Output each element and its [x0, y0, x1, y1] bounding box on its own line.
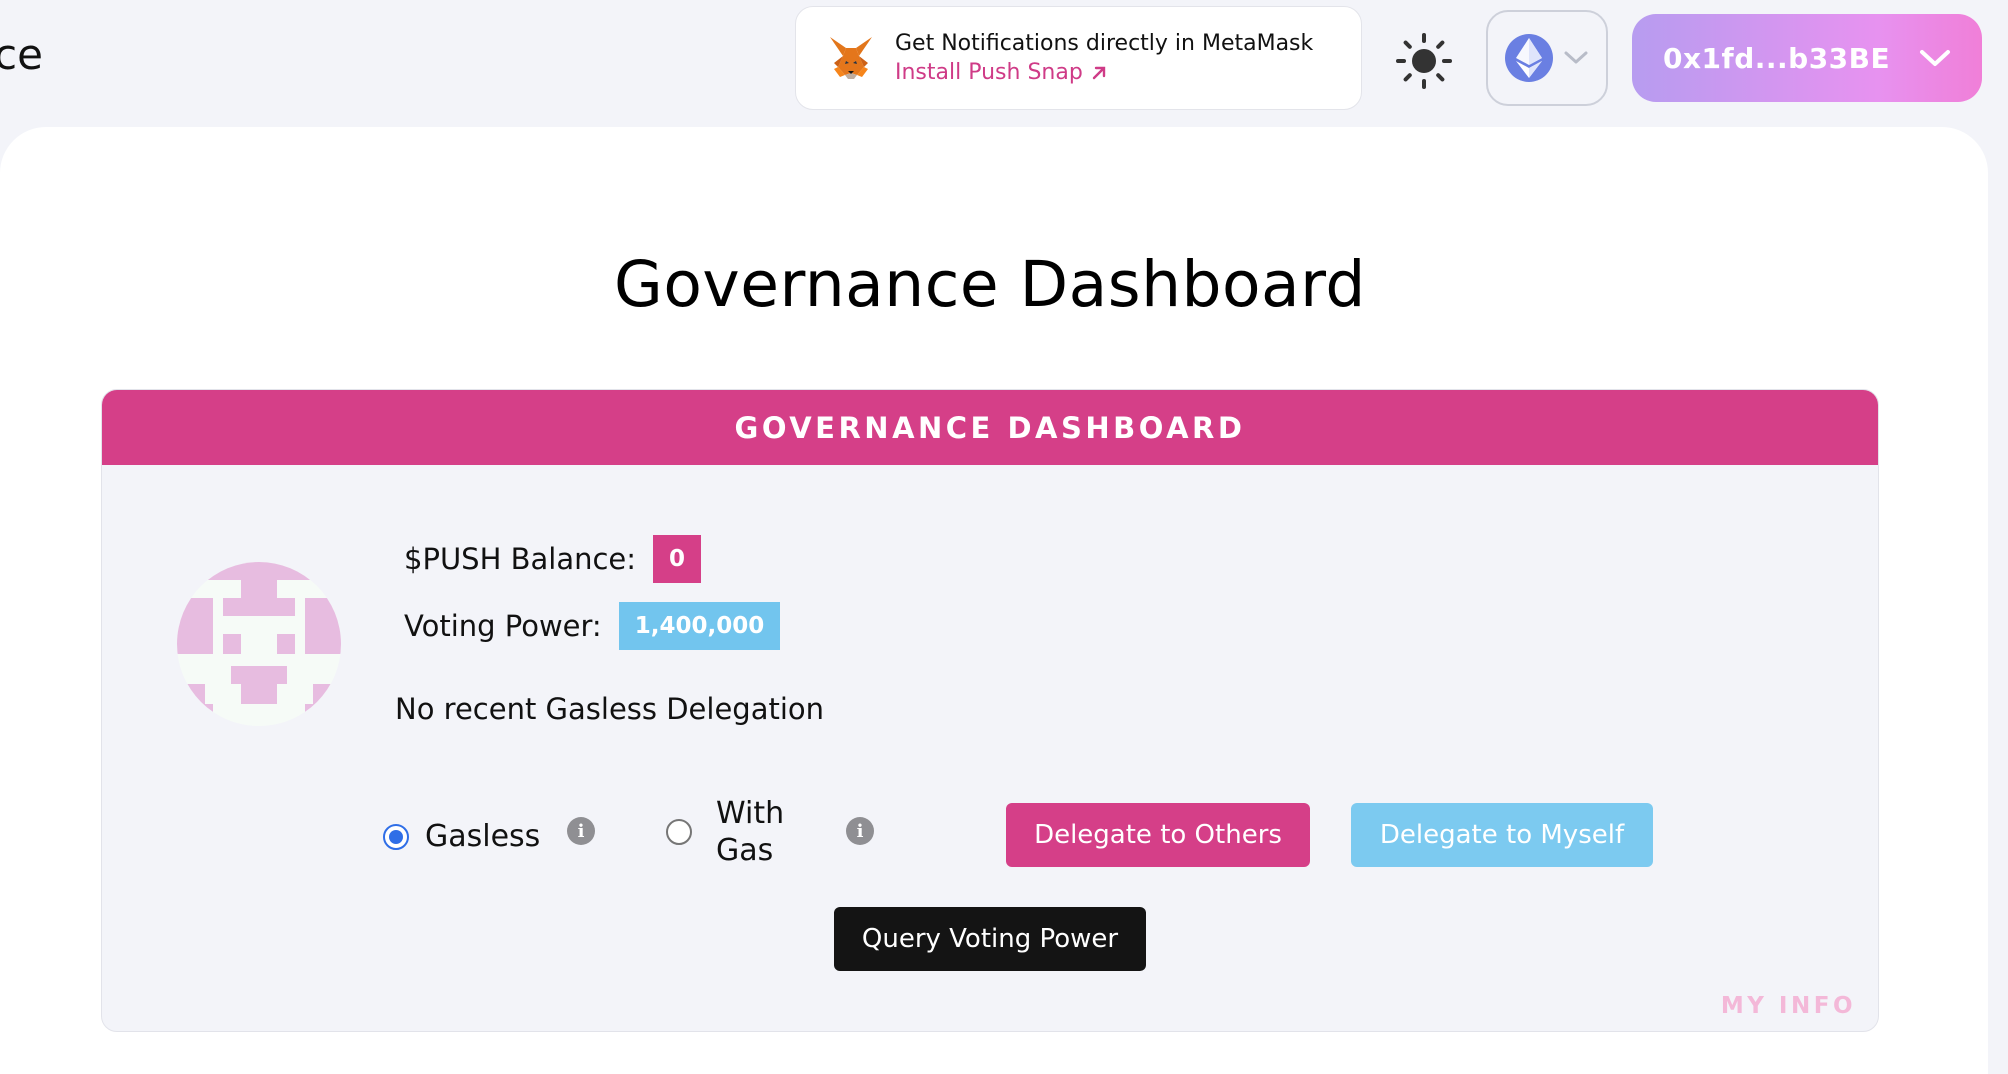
with-gas-label-line2: Gas	[716, 833, 774, 868]
avatar	[177, 562, 341, 726]
delegation-status: No recent Gasless Delegation	[395, 692, 825, 726]
governance-card: GOVERNANCE DASHBOARD $PUSH Balance: 0 Vo…	[101, 389, 1879, 1032]
metamask-fox-icon	[830, 37, 872, 79]
install-push-snap-link[interactable]: Install Push Snap	[895, 58, 1313, 87]
metamask-snap-promo[interactable]: Get Notifications directly in MetaMask I…	[795, 6, 1362, 110]
wallet-address: 0x1fd...b33BE	[1663, 41, 1891, 75]
my-info-label: MY INFO	[1720, 993, 1856, 1019]
voting-power-row: Voting Power: 1,400,000	[404, 602, 781, 650]
app-title-partial: ce	[0, 30, 43, 79]
chain-selector[interactable]	[1486, 10, 1608, 106]
delegate-to-others-button[interactable]: Delegate to Others	[1006, 803, 1310, 867]
gasless-radio[interactable]	[383, 823, 409, 850]
theme-toggle-button[interactable]	[1395, 32, 1453, 90]
with-gas-label-line1: With	[716, 796, 785, 831]
arrow-up-right-icon	[1092, 66, 1105, 79]
governance-card-header: GOVERNANCE DASHBOARD	[102, 390, 1878, 465]
with-gas-radio[interactable]	[666, 819, 692, 845]
chevron-down-icon	[1920, 50, 1950, 66]
chevron-down-icon	[1564, 51, 1588, 64]
ethereum-icon	[1505, 34, 1553, 82]
gasless-label: Gasless	[425, 819, 541, 854]
snap-promo-text: Get Notifications directly in MetaMask I…	[895, 29, 1313, 87]
install-push-snap-label: Install Push Snap	[895, 60, 1083, 85]
wallet-account-button[interactable]: 0x1fd...b33BE	[1632, 14, 1982, 102]
sun-icon	[1396, 33, 1452, 89]
gasless-option[interactable]: Gasless	[383, 818, 540, 855]
voting-power-label: Voting Power:	[404, 609, 602, 643]
with-gas-option[interactable]: With Gas	[666, 795, 784, 869]
voting-power-value: 1,400,000	[618, 602, 781, 650]
push-balance-row: $PUSH Balance: 0	[404, 535, 702, 583]
push-balance-value: 0	[653, 535, 702, 583]
with-gas-label: With Gas	[716, 795, 784, 869]
gasless-info-icon[interactable]: i	[567, 817, 595, 845]
app-root: ce Get Notifications directly in MetaMas…	[0, 0, 2008, 1074]
query-voting-power-button[interactable]: Query Voting Power	[834, 907, 1146, 971]
snap-promo-title: Get Notifications directly in MetaMask	[895, 31, 1314, 56]
delegate-to-myself-button[interactable]: Delegate to Myself	[1351, 803, 1653, 867]
with-gas-info-icon[interactable]: i	[846, 817, 874, 845]
push-balance-label: $PUSH Balance:	[404, 542, 637, 576]
page-title: Governance Dashboard	[614, 248, 1366, 321]
